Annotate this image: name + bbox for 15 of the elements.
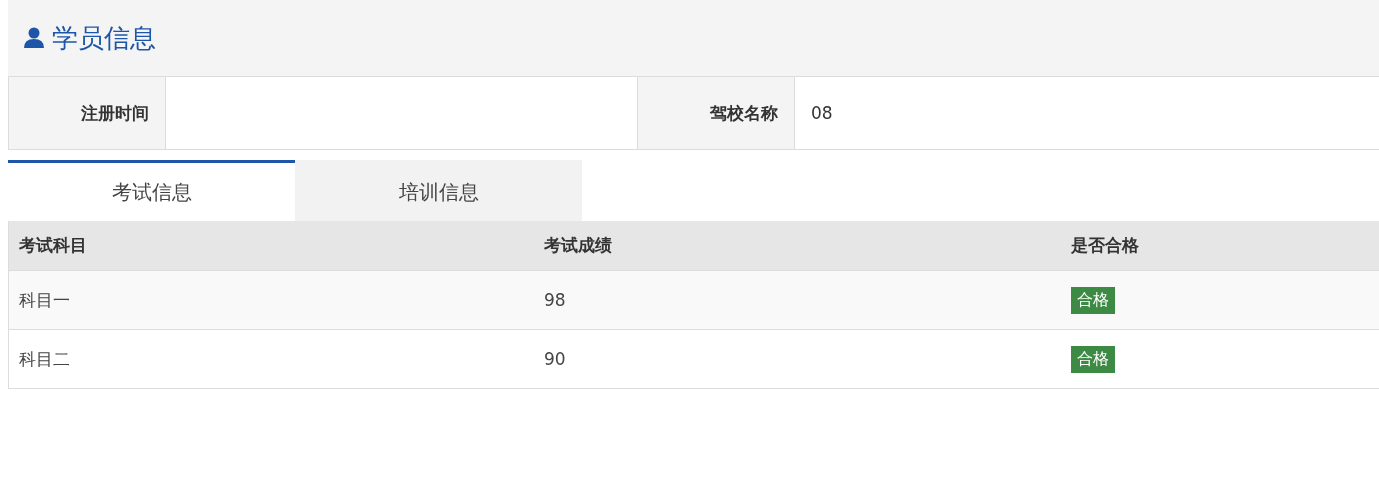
column-header: 考试科目 — [18, 234, 88, 257]
table-cell-text: 科目二 — [18, 347, 71, 371]
tab[interactable]: 培训信息 — [295, 160, 582, 221]
status-badge: 合格 — [1071, 286, 1115, 314]
field-label: 注册时间 — [9, 77, 166, 149]
field-value: 08 — [810, 102, 834, 125]
column-header: 是否合格 — [1070, 234, 1140, 257]
user-icon — [24, 27, 44, 49]
status-badge: 合格 — [1071, 345, 1115, 373]
column-header: 考试成绩 — [543, 234, 613, 257]
table-cell-text: 98 — [543, 290, 567, 310]
table-cell-text: 90 — [543, 349, 567, 369]
table-cell-text: 科目一 — [18, 288, 71, 312]
page-title: 学员信息 — [52, 21, 156, 55]
field-label: 驾校名称 — [638, 77, 795, 149]
